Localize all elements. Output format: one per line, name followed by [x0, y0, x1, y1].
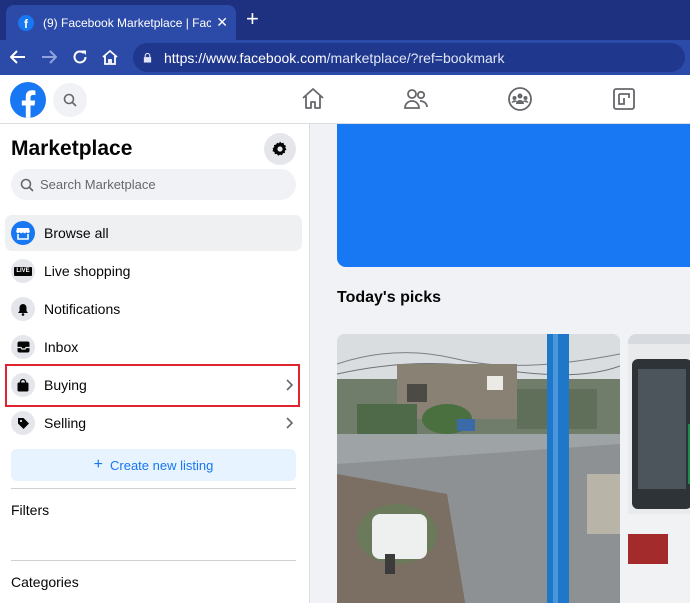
url-text: https://www.facebook.com/marketplace/?re… — [164, 50, 504, 66]
create-listing-label: Create new listing — [110, 457, 214, 473]
storefront-icon — [11, 221, 35, 245]
tab-close-icon[interactable]: ✕ — [216, 14, 228, 31]
promo-banner[interactable] — [337, 124, 690, 267]
browser-tabstrip: f (9) Facebook Marketplace | Facebook ✕ … — [0, 0, 690, 40]
inbox-icon — [11, 335, 35, 359]
sidebar-item-selling[interactable]: Selling — [5, 405, 302, 441]
url-path: /marketplace/?ref=bookmark — [326, 49, 505, 66]
divider — [11, 560, 296, 561]
facebook-logo-icon[interactable] — [10, 82, 46, 118]
url-host: https://www.facebook.com — [164, 49, 327, 66]
facebook-favicon-icon: f — [18, 14, 34, 31]
categories-heading: Categories — [11, 574, 79, 590]
settings-button[interactable] — [264, 133, 296, 165]
chevron-right-icon — [286, 417, 294, 429]
plus-icon: + — [93, 456, 103, 473]
facebook-header — [0, 75, 690, 124]
sidebar-item-label: Selling — [44, 415, 87, 431]
sidebar-item-label: Notifications — [44, 301, 121, 317]
divider — [11, 488, 296, 489]
listing-card-photo[interactable] — [337, 334, 620, 603]
create-new-listing-button[interactable]: + Create new listing — [11, 449, 296, 481]
address-bar[interactable]: https://www.facebook.com/marketplace/?re… — [133, 43, 685, 72]
sidebar-item-label: Live shopping — [44, 263, 131, 279]
todays-picks-heading: Today's picks — [337, 289, 441, 306]
back-icon[interactable] — [7, 46, 29, 68]
marketplace-feed: Today's picks — [310, 124, 690, 603]
live-badge: LIVE — [14, 266, 32, 276]
reload-icon[interactable] — [69, 46, 91, 68]
listing-photo-vehicle — [628, 334, 690, 603]
page-title: Marketplace — [11, 137, 133, 160]
sidebar-item-label: Browse all — [44, 225, 109, 241]
sidebar-item-live-shopping[interactable]: LIVE Live shopping — [5, 253, 302, 289]
search-input[interactable] — [40, 177, 280, 192]
sidebar-item-browse-all[interactable]: Browse all — [5, 215, 302, 251]
friends-icon[interactable] — [403, 86, 429, 112]
groups-icon[interactable] — [507, 86, 533, 112]
tag-icon — [11, 411, 35, 435]
listing-card-photo[interactable] — [628, 334, 690, 603]
sidebar-item-notifications[interactable]: Notifications — [5, 291, 302, 327]
forward-icon[interactable] — [38, 46, 60, 68]
listing-photo-street-scene — [337, 334, 620, 603]
home-icon[interactable] — [300, 86, 326, 112]
browser-tab[interactable]: f (9) Facebook Marketplace | Facebook ✕ — [6, 5, 236, 40]
marketplace-sidebar: Marketplace Browse all LIVE Live shoppin… — [0, 124, 310, 603]
search-icon — [63, 93, 77, 107]
bell-icon — [11, 297, 35, 321]
home-button-icon[interactable] — [99, 46, 121, 68]
lock-icon — [143, 52, 152, 63]
search-icon — [20, 178, 34, 192]
sidebar-item-inbox[interactable]: Inbox — [5, 329, 302, 365]
live-icon: LIVE — [11, 259, 35, 283]
new-tab-button[interactable]: + — [246, 8, 259, 30]
sidebar-item-label: Inbox — [44, 339, 79, 355]
filters-heading: Filters — [11, 502, 50, 518]
gear-icon — [272, 141, 287, 156]
tab-title: (9) Facebook Marketplace | Facebook — [43, 15, 211, 30]
buying-highlight-box — [5, 364, 300, 407]
gaming-icon[interactable] — [611, 86, 637, 112]
search-marketplace[interactable] — [11, 169, 296, 200]
browser-toolbar: https://www.facebook.com/marketplace/?re… — [0, 40, 690, 75]
facebook-search-button[interactable] — [53, 83, 87, 117]
